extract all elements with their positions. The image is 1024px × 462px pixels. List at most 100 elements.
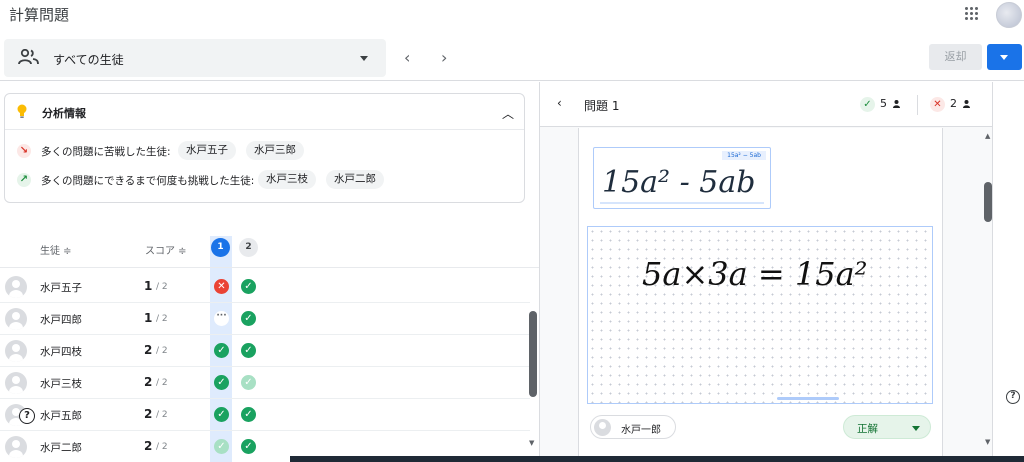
previous-button[interactable]: ‹ xyxy=(404,48,410,67)
check-icon[interactable]: ✓ xyxy=(214,375,229,390)
account-avatar[interactable] xyxy=(996,2,1022,28)
table-row[interactable]: 水戸三枝 2/ 2 ✓ ✓ xyxy=(0,367,530,399)
resize-handle[interactable] xyxy=(777,397,839,400)
svg-text:15a² - 5ab: 15a² - 5ab xyxy=(602,165,755,200)
trending-up-icon: ↗ xyxy=(17,173,31,187)
table-header: 生徒 ≑ スコア ≑ 1 2 xyxy=(0,226,540,268)
student-table-body: 水戸五子 1/ 2 ✕ ✓ 水戸四郎 1/ 2 ··· ✓ 水戸四枝 2/ 2 ✓ ✓ 水戸三枝 2/ 2… xyxy=(0,271,530,462)
help-icon[interactable]: ? xyxy=(1006,390,1020,404)
incorrect-count: 2 xyxy=(950,97,957,110)
right-scrollbar[interactable] xyxy=(984,182,992,222)
check-icon[interactable]: ✓ xyxy=(241,375,256,390)
answer-student-name: 水戸一郎 xyxy=(621,425,661,436)
top-bar: 計算問題 xyxy=(0,0,1024,32)
avatar xyxy=(594,419,611,436)
scroll-down-arrow[interactable]: ▼ xyxy=(985,438,990,446)
student-name[interactable]: 水戸三枝 xyxy=(40,376,82,391)
taskbar xyxy=(290,456,1024,462)
student-chip[interactable]: 水戸五子 xyxy=(178,141,236,160)
student-chip[interactable]: 水戸二郎 xyxy=(326,170,384,189)
score-total: / 2 xyxy=(156,282,168,292)
analysis-header[interactable]: 分析情報 ︿ xyxy=(5,94,524,130)
check-icon[interactable]: ✓ xyxy=(214,439,229,454)
avatar xyxy=(5,372,27,394)
answer-box: 15a² − 5ab 15a² - 5ab xyxy=(593,147,771,209)
chevron-down-icon xyxy=(360,56,368,61)
question-2-header[interactable]: 2 xyxy=(239,238,258,257)
student-name[interactable]: 水戸五郎 xyxy=(40,408,82,423)
next-button[interactable]: › xyxy=(441,48,447,67)
chevron-down-icon xyxy=(912,426,920,431)
table-row[interactable]: 水戸五子 1/ 2 ✕ ✓ xyxy=(0,271,530,303)
student-chip[interactable]: 水戸三枝 xyxy=(258,170,316,189)
sort-by-score[interactable]: スコア ≑ xyxy=(145,242,187,257)
student-filter-dropdown[interactable]: すべての生徒 xyxy=(4,39,386,77)
check-icon[interactable]: ✓ xyxy=(241,279,256,294)
grade-label: 正解 xyxy=(857,423,878,435)
question-1-header[interactable]: 1 xyxy=(211,238,230,257)
student-name[interactable]: 水戸二郎 xyxy=(40,440,82,455)
person-icon xyxy=(963,100,970,108)
scroll-up-arrow[interactable]: ▲ xyxy=(985,132,990,140)
student-score: 1 xyxy=(144,279,153,293)
student-name[interactable]: 水戸五子 xyxy=(40,280,82,295)
scroll-down-arrow[interactable]: ▼ xyxy=(529,439,534,447)
close-icon[interactable]: ✕ xyxy=(214,279,229,294)
left-panel: 分析情報 ︿ ↘ 多くの問題に苦戦した生徒: 水戸五子 水戸三郎 ↗ 多くの問題… xyxy=(0,82,540,462)
student-name[interactable]: 水戸四郎 xyxy=(40,312,82,327)
grade-dropdown[interactable]: 正解 xyxy=(843,415,931,439)
close-icon: ✕ xyxy=(930,97,945,112)
left-scrollbar[interactable] xyxy=(529,311,537,397)
drawing-canvas[interactable]: 5a×3a = 15a² xyxy=(587,226,933,404)
return-button[interactable]: 返却 xyxy=(929,44,982,70)
struggled-row: ↘ 多くの問題に苦戦した生徒: 水戸五子 水戸三郎 xyxy=(5,139,524,163)
avatar xyxy=(5,276,27,298)
handwritten-work: 5a×3a = 15a² xyxy=(642,255,867,293)
student-score: 2 xyxy=(144,343,153,357)
table-row[interactable]: 水戸五郎 2/ 2 ✓ ✓ xyxy=(0,399,530,431)
student-filter-label: すべての生徒 xyxy=(53,53,124,67)
check-icon[interactable]: ✓ xyxy=(214,343,229,358)
return-options-button[interactable] xyxy=(987,44,1022,70)
check-icon[interactable]: ✓ xyxy=(214,407,229,422)
person-icon xyxy=(893,100,900,108)
back-icon[interactable]: ‹ xyxy=(557,96,562,110)
analysis-title: 分析情報 xyxy=(42,107,86,120)
check-icon[interactable]: ✓ xyxy=(241,407,256,422)
retried-row: ↗ 多くの問題にできるまで何度も挑戦した生徒: 水戸三枝 水戸二郎 xyxy=(5,168,524,192)
question-header: ‹ 問題 1 ✓ 5 ✕ 2 xyxy=(540,82,992,127)
svg-text:5a×3a = 15a²: 5a×3a = 15a² xyxy=(642,255,867,293)
check-icon[interactable]: ✓ xyxy=(241,439,256,454)
apps-icon[interactable] xyxy=(965,7,978,20)
divider xyxy=(917,95,918,115)
lightbulb-icon xyxy=(17,104,27,118)
student-score: 2 xyxy=(144,439,153,453)
correct-count: 5 xyxy=(880,97,887,110)
table-row[interactable]: 水戸四郎 1/ 2 ··· ✓ xyxy=(0,303,530,335)
student-name[interactable]: 水戸四枝 xyxy=(40,344,82,359)
question-title: 問題 1 xyxy=(584,99,620,113)
score-total: / 2 xyxy=(156,410,168,420)
score-total: / 2 xyxy=(156,378,168,388)
pending-icon[interactable]: ··· xyxy=(214,311,229,326)
sort-by-student[interactable]: 生徒 ≑ xyxy=(40,242,72,257)
student-score: 1 xyxy=(144,311,153,325)
chevron-up-icon[interactable]: ︿ xyxy=(502,105,514,122)
check-icon[interactable]: ✓ xyxy=(241,343,256,358)
trending-down-icon: ↘ xyxy=(17,144,31,158)
analysis-card: 分析情報 ︿ ↘ 多くの問題に苦戦した生徒: 水戸五子 水戸三郎 ↗ 多くの問題… xyxy=(4,93,525,203)
check-icon[interactable]: ✓ xyxy=(241,311,256,326)
expected-answer-tag: 15a² − 5ab xyxy=(722,151,766,160)
student-score: 2 xyxy=(144,407,153,421)
answer-student-chip[interactable]: 水戸一郎 xyxy=(590,415,676,439)
filter-bar: すべての生徒 ‹ › 返却 xyxy=(0,36,1024,81)
score-total: / 2 xyxy=(156,314,168,324)
score-total: / 2 xyxy=(156,346,168,356)
retried-label: 多くの問題にできるまで何度も挑戦した生徒: xyxy=(41,175,255,187)
table-row[interactable]: 水戸四枝 2/ 2 ✓ ✓ xyxy=(0,335,530,367)
help-icon[interactable]: ? xyxy=(19,408,35,424)
student-score: 2 xyxy=(144,375,153,389)
student-chip[interactable]: 水戸三郎 xyxy=(246,141,304,160)
right-panel: ‹ 問題 1 ✓ 5 ✕ 2 15a² − 5ab 15a² - 5ab 5a×… xyxy=(540,82,1024,462)
avatar xyxy=(5,340,27,362)
